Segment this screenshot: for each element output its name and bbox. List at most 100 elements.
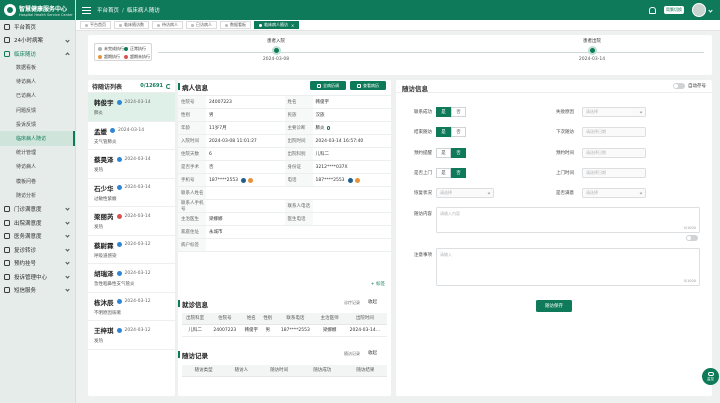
home-visit-yes[interactable]: 是 <box>436 168 451 178</box>
message-icon[interactable] <box>248 177 254 183</box>
info-value <box>206 239 391 251</box>
home-visit-time-date[interactable]: 请选择日期 <box>582 168 646 178</box>
user-avatar[interactable] <box>692 3 706 17</box>
sidebar-item[interactable]: 医务满意度 <box>0 229 75 243</box>
sidebar-subitem[interactable]: 待访病人 <box>0 160 75 174</box>
next-followup-date[interactable]: 请选择日期 <box>582 127 646 137</box>
patient-list-item[interactable]: 胡瑞泽 2024-03-12 急性咽鼻性支气管炎 <box>88 264 175 293</box>
info-value-text: 汉族 <box>315 113 325 118</box>
sidebar-subitem[interactable]: 随访分析 <box>0 188 75 202</box>
menu-fold-icon[interactable] <box>82 6 91 14</box>
table-row[interactable]: 儿科二 24007223 韩俊宇男 187****2553 梁娜娜 2024-03-14.… <box>182 324 387 337</box>
sidebar-subitem[interactable]: 数据看板 <box>0 61 75 75</box>
recovery-select[interactable]: 请选择 <box>436 188 494 198</box>
info-row: 入院时间 2024-03-08 11:01:27 出院时间 2024-03-14 16… <box>178 135 391 148</box>
menu-icon <box>4 233 10 240</box>
content-toggle[interactable] <box>686 235 698 241</box>
visit-collapse-button[interactable]: 收起 <box>368 299 377 305</box>
tab[interactable]: 临床病人随访 × <box>254 21 300 29</box>
sidebar-item-label: 临床随访 <box>14 51 37 58</box>
close-icon[interactable]: × <box>291 23 294 28</box>
tab[interactable]: 数据看板 <box>220 21 251 29</box>
sidebar-subitem[interactable]: 待访病人 <box>0 75 75 89</box>
tab[interactable]: 待访病人 <box>152 21 183 29</box>
patient-list-panel: 待随访列表 0/12691 韩俊宇 2024-03-14 肺炎 孟媛 2024-03-1… <box>88 80 175 396</box>
satisfaction-select[interactable]: 请选择 <box>582 188 646 198</box>
legend-label: 超期未执行 <box>130 54 150 59</box>
chevron-down-icon[interactable] <box>708 7 713 13</box>
patient-list-item[interactable]: 栋沐辰 2024-03-12 不明原因咳嗽 <box>88 293 175 321</box>
end-followup-yes[interactable]: 是 <box>436 127 451 137</box>
patient-list-item[interactable]: 韩俊宇 2024-03-14 肺炎 <box>88 93 175 122</box>
sidebar-subitem[interactable]: 统计管理 <box>0 146 75 160</box>
sidebar-item[interactable]: 预约挂号 <box>0 256 75 270</box>
sidebar-item[interactable]: 24小时病案 <box>0 34 75 48</box>
sidebar-item[interactable]: 平台首页 <box>0 20 75 34</box>
phone-icon[interactable] <box>347 177 353 183</box>
view-record-button[interactable]: 查看病历 <box>350 81 386 90</box>
sidebar-item[interactable]: 短信服务 <box>0 283 75 297</box>
info-value: 永城市 <box>206 226 391 238</box>
refresh-icon[interactable] <box>166 83 171 89</box>
sidebar-item[interactable]: 出院满意度 <box>0 216 75 230</box>
menu-icon <box>4 50 10 57</box>
sidebar-subitem-label: 待访病人 <box>16 164 37 171</box>
timeline-node-discharge[interactable]: 患者出院 2024-03-14 <box>572 38 612 62</box>
tab[interactable]: 已访病人 <box>186 21 217 29</box>
home-visit-no[interactable]: 否 <box>451 168 466 178</box>
timeline-panel: 未完成执行 正常执行 超期执行 超期未执行 患者入院 2024-03-08 患者出院 … <box>88 35 712 75</box>
patient-list-item[interactable]: 蔡昊泽 2024-03-14 发热 <box>88 150 175 179</box>
full-record-button[interactable]: 全病历调 <box>310 81 346 90</box>
sidebar-subitem[interactable]: 投诉反馈 <box>0 117 75 131</box>
add-tag-button[interactable]: + 标签 <box>371 281 385 287</box>
monitor-float-button[interactable]: 监控 <box>702 368 719 385</box>
info-label: 入院时间 <box>178 135 206 147</box>
breadcrumb-home[interactable]: 平台首页 <box>97 8 119 14</box>
sidebar-item[interactable]: 投诉管理中心 <box>0 270 75 284</box>
sidebar-item[interactable]: 复诊转诊 <box>0 243 75 257</box>
patient-list-item[interactable]: 石少华 2024-03-14 过敏性紫癜 <box>88 179 175 207</box>
info-value <box>206 200 285 212</box>
patient-date: 2024-03-14 <box>118 128 145 133</box>
end-followup-no[interactable]: 否 <box>451 127 466 137</box>
full-record-label: 全病历调 <box>323 82 339 88</box>
info-row: 联系人姓名 <box>178 187 391 200</box>
language-switch-button[interactable]: 简繁切换 <box>664 6 684 14</box>
timeline-node-admission[interactable]: 患者入院 2024-03-08 <box>256 38 296 62</box>
message-icon[interactable] <box>354 177 360 183</box>
tab-dot-icon <box>85 23 88 27</box>
patient-list-item[interactable]: 孟媛 2024-03-14 支气管肺炎 <box>88 122 175 150</box>
content-textarea[interactable]: 请输入内容 0/1000 <box>436 207 700 233</box>
sidebar-subitem[interactable]: 模板问卷 <box>0 174 75 188</box>
tab-label: 临床病人随访 <box>264 22 288 27</box>
tab[interactable]: 临床随访数 <box>114 21 149 29</box>
tab[interactable]: 平台首页 <box>80 21 111 29</box>
followup-record-link[interactable]: 随访记录 <box>344 351 360 357</box>
sidebar-item[interactable]: 临床随访 <box>0 47 75 61</box>
contact-success-no[interactable]: 否 <box>451 107 466 117</box>
followup-collapse-button[interactable]: 收起 <box>368 350 377 356</box>
sidebar-subitem[interactable]: 临床病人随访 <box>0 131 75 146</box>
search-icon[interactable] <box>326 126 330 130</box>
phone-icon[interactable] <box>241 177 247 183</box>
menu-icon <box>4 23 10 30</box>
sidebar-subitem[interactable]: 已访病人 <box>0 89 75 103</box>
sidebar-item[interactable]: 门诊满意度 <box>0 202 75 216</box>
save-followup-button[interactable]: 随访保存 <box>536 300 572 312</box>
visit-record-link[interactable]: 诊疗记录 <box>344 300 360 306</box>
sidebar-subitem[interactable]: 问题反馈 <box>0 103 75 117</box>
bell-icon[interactable] <box>649 6 656 14</box>
contact-success-yes[interactable]: 是 <box>436 107 451 117</box>
patient-list-item[interactable]: 蔡尉霖 2024-03-12 呼吸道感染 <box>88 236 175 264</box>
fail-reason-select[interactable]: 请选择 <box>582 107 646 117</box>
status-check-icon <box>116 213 122 219</box>
appointment-time-date[interactable]: 请选择日期 <box>582 148 646 158</box>
appointment-remind-no[interactable]: 否 <box>451 148 466 158</box>
next-followup-placeholder: 请选择日期 <box>586 129 606 134</box>
notes-textarea[interactable]: 请输入 0/1000 <box>436 248 700 286</box>
auto-save-toggle[interactable] <box>673 83 685 89</box>
patient-list-item[interactable]: 王梓琪 2024-03-12 发热 <box>88 321 175 350</box>
timeline-label: 患者入院 <box>267 39 285 44</box>
appointment-remind-yes[interactable]: 是 <box>436 148 451 158</box>
patient-list-item[interactable]: 梁丽芮 2024-03-14 发热 <box>88 207 175 236</box>
